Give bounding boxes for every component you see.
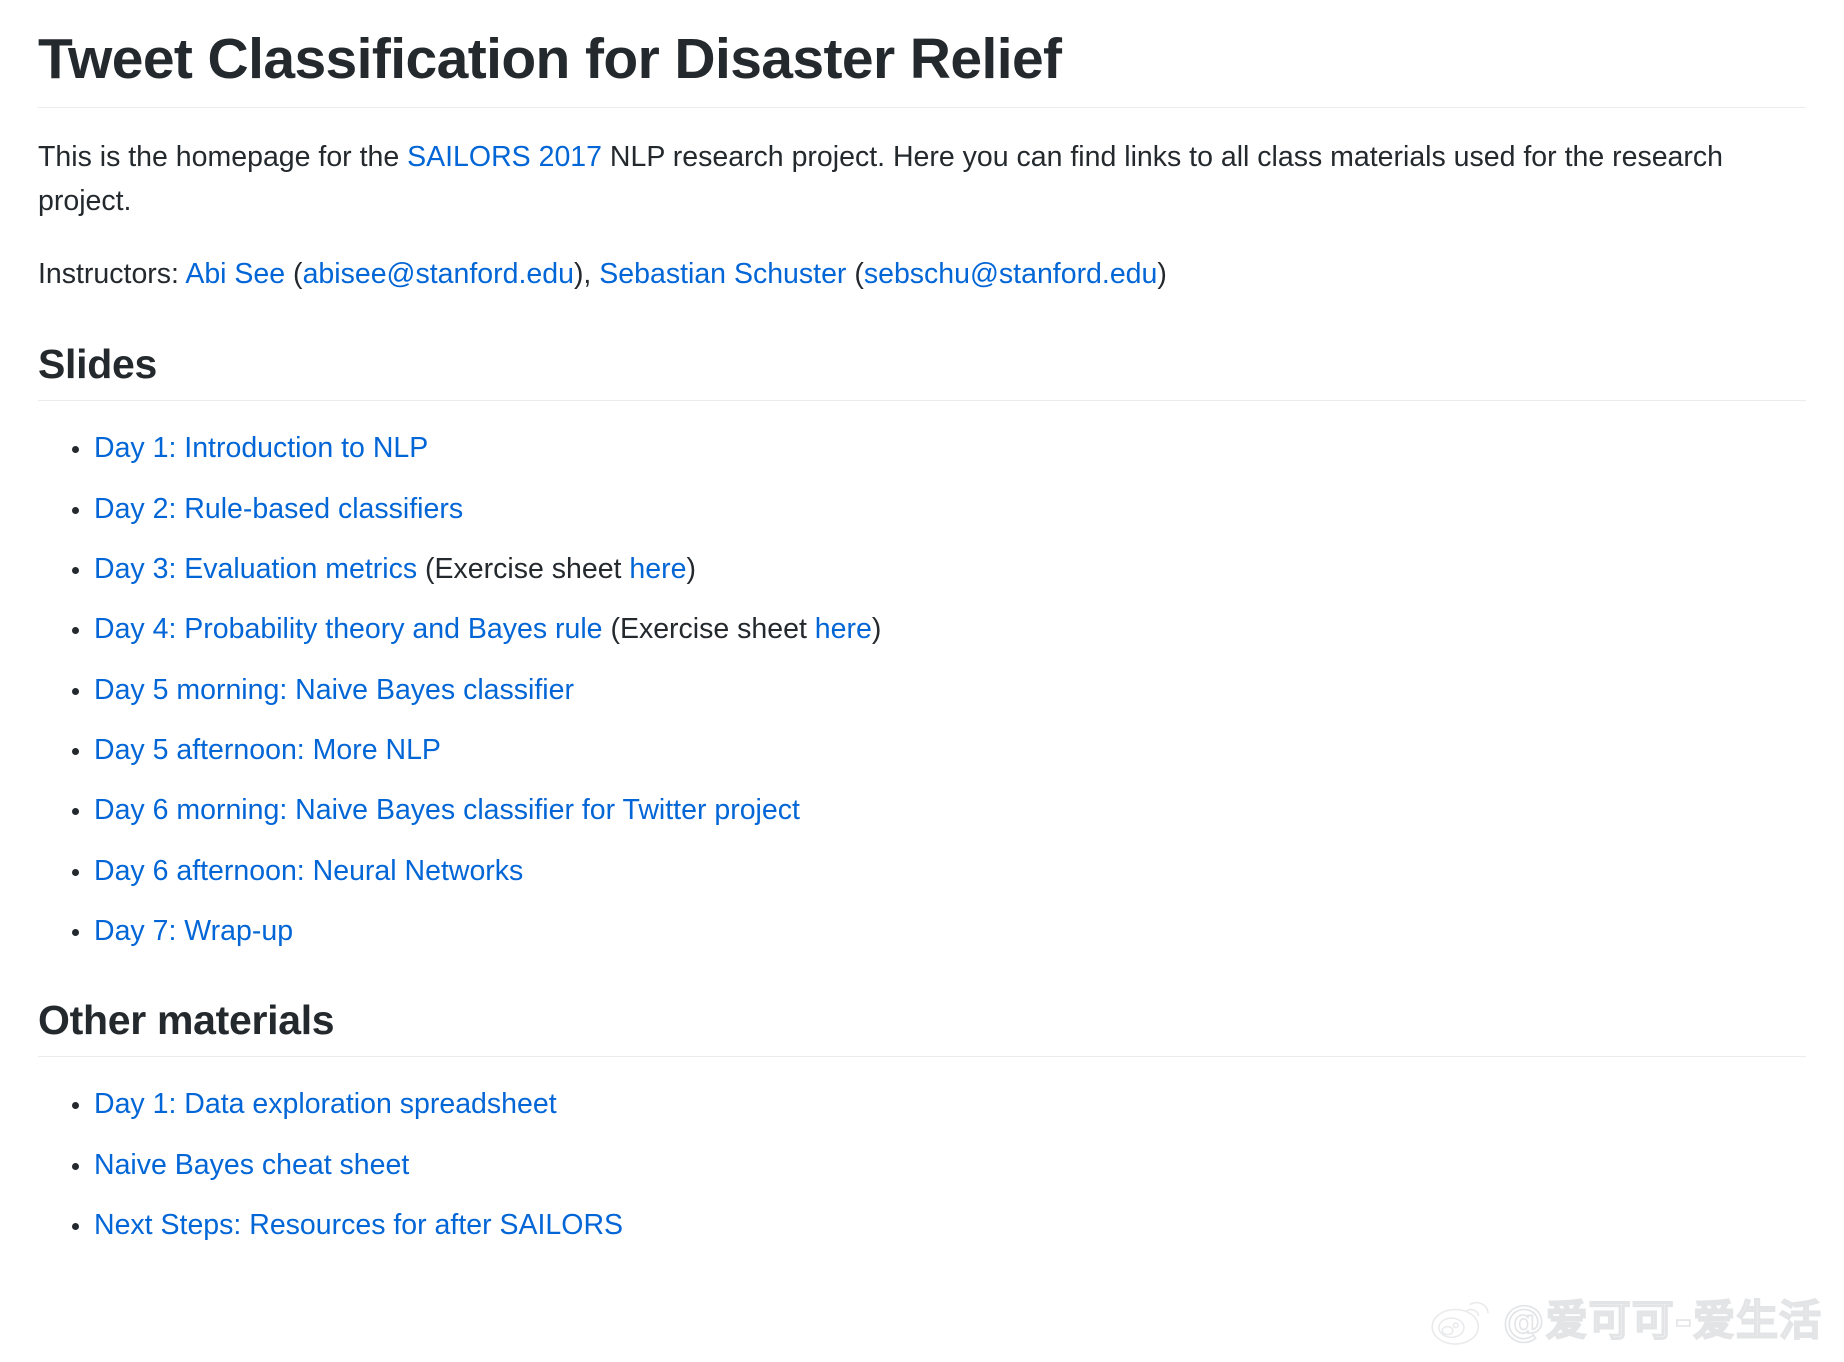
- list-item-link[interactable]: Day 2: Rule-based classifiers: [94, 493, 463, 525]
- list-item-note-prefix: (Exercise sheet: [417, 553, 630, 585]
- list-item: Day 2: Rule-based classifiers: [72, 489, 1806, 530]
- list-item-link[interactable]: Day 5 morning: Naive Bayes classifier: [94, 674, 574, 706]
- intro-text-part1: This is the homepage for the: [38, 141, 408, 174]
- instructor-1-open-paren: (: [285, 257, 303, 290]
- list-item-link[interactable]: Day 6 morning: Naive Bayes classifier fo…: [94, 794, 800, 826]
- list-item-link[interactable]: Day 4: Probability theory and Bayes rule: [94, 613, 603, 645]
- list-item: Day 3: Evaluation metrics (Exercise shee…: [72, 549, 1806, 590]
- list-item: Day 5 morning: Naive Bayes classifier: [72, 670, 1806, 711]
- intro-paragraph: This is the homepage for the SAILORS 201…: [38, 136, 1803, 223]
- slides-heading: Slides: [38, 340, 1806, 402]
- weibo-watermark: @爱可可-爱生活: [1430, 1296, 1822, 1346]
- instructors-label: Instructors:: [38, 257, 186, 290]
- instructor-2-link[interactable]: Sebastian Schuster: [599, 258, 846, 290]
- list-item: Next Steps: Resources for after SAILORS: [72, 1205, 1806, 1246]
- list-item-note-suffix: ): [686, 553, 696, 585]
- exercise-sheet-link[interactable]: here: [629, 553, 686, 585]
- page-title: Tweet Classification for Disaster Relief: [38, 26, 1806, 109]
- instructor-1-link[interactable]: Abi See: [185, 258, 285, 290]
- exercise-sheet-link[interactable]: here: [815, 613, 872, 645]
- instructor-1-email-link[interactable]: abisee@stanford.edu: [303, 258, 574, 290]
- list-item-note-prefix: (Exercise sheet: [602, 613, 815, 646]
- sailors-2017-link[interactable]: SAILORS 2017: [407, 141, 602, 173]
- instructor-2-email-link[interactable]: sebschu@stanford.edu: [864, 258, 1158, 290]
- list-item-link[interactable]: Naive Bayes cheat sheet: [94, 1149, 409, 1181]
- other-materials-list: Day 1: Data exploration spreadsheet Naive…: [38, 1084, 1806, 1246]
- list-item-link[interactable]: Day 6 afternoon: Neural Networks: [94, 855, 523, 887]
- list-item-link[interactable]: Day 5 afternoon: More NLP: [94, 734, 441, 766]
- list-item: Day 1: Introduction to NLP: [72, 428, 1806, 469]
- list-item-link[interactable]: Day 1: Data exploration spreadsheet: [94, 1088, 557, 1120]
- list-item-note-suffix: ): [871, 613, 882, 646]
- instructor-2-close-paren: ): [1157, 257, 1167, 290]
- list-item: Naive Bayes cheat sheet: [72, 1145, 1806, 1186]
- list-item-link[interactable]: Next Steps: Resources for after SAILORS: [94, 1209, 623, 1241]
- list-item-link[interactable]: Day 7: Wrap-up: [94, 915, 293, 947]
- watermark-text: @爱可可-爱生活: [1502, 1296, 1822, 1345]
- list-item: Day 6 morning: Naive Bayes classifier fo…: [72, 790, 1806, 831]
- slides-list: Day 1: Introduction to NLP Day 2: Rule-ba…: [38, 428, 1806, 952]
- instructors-paragraph: Instructors: Abi See (abisee@stanford.ed…: [38, 253, 1803, 296]
- instructor-1-close-paren: ),: [573, 257, 600, 290]
- list-item: Day 4: Probability theory and Bayes rule…: [72, 609, 1806, 650]
- other-materials-heading: Other materials: [38, 996, 1806, 1058]
- list-item-link[interactable]: Day 1: Introduction to NLP: [94, 432, 428, 464]
- list-item: Day 7: Wrap-up: [72, 911, 1806, 952]
- list-item: Day 6 afternoon: Neural Networks: [72, 851, 1806, 892]
- weibo-icon: [1430, 1296, 1493, 1346]
- instructor-2-open-paren: (: [846, 257, 864, 290]
- list-item: Day 1: Data exploration spreadsheet: [72, 1084, 1806, 1125]
- list-item-link[interactable]: Day 3: Evaluation metrics: [94, 553, 417, 585]
- document-body: Tweet Classification for Disaster Relief…: [0, 0, 1844, 1246]
- list-item: Day 5 afternoon: More NLP: [72, 730, 1806, 771]
